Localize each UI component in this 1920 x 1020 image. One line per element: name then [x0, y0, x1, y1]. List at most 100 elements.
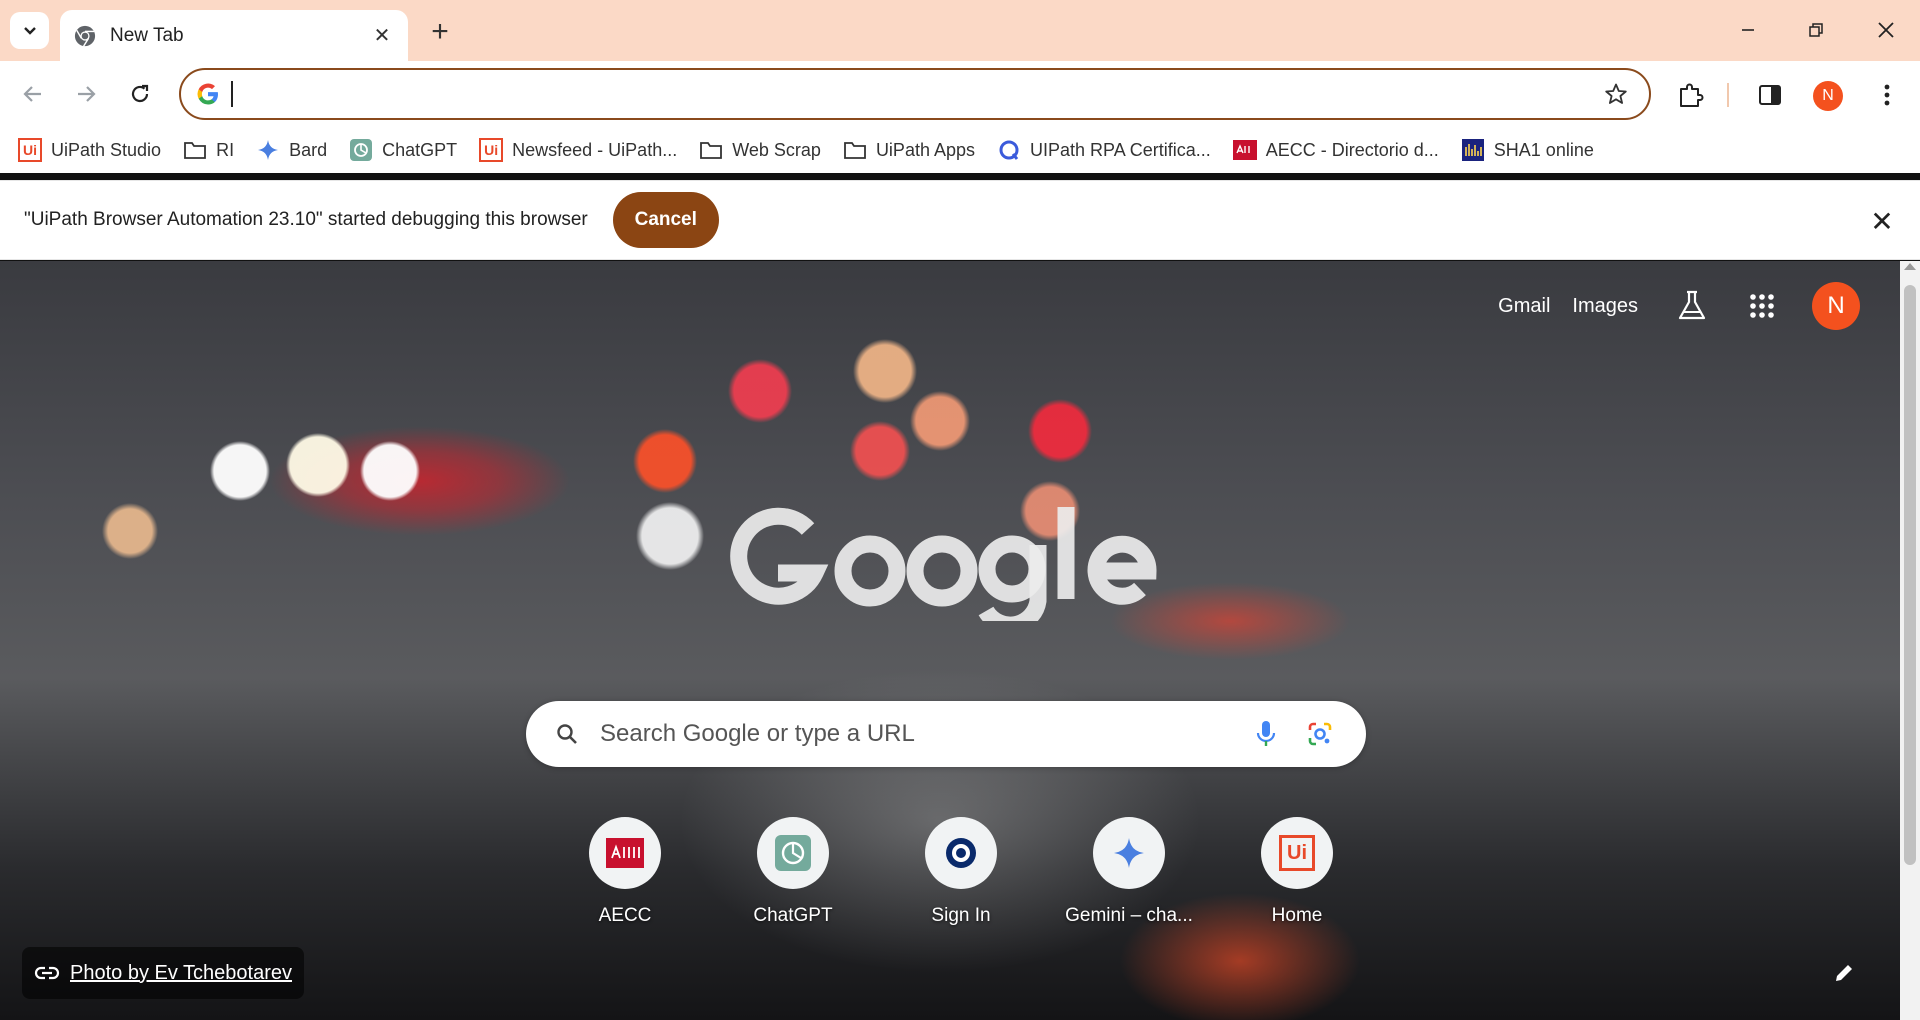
account-avatar[interactable]: N [1812, 282, 1860, 330]
back-button[interactable] [12, 73, 54, 115]
apps-grid-icon [1750, 294, 1774, 318]
forward-arrow-icon [78, 86, 96, 102]
shortcut-home[interactable]: Ui Home [1232, 817, 1362, 927]
bookmark-label: Newsfeed - UiPath... [512, 139, 678, 160]
shortcut-gemini[interactable]: Gemini – cha... [1064, 817, 1194, 927]
search-icon [552, 719, 582, 749]
bookmark-star-button[interactable] [1601, 79, 1631, 109]
scroll-up-arrow-icon[interactable] [1904, 263, 1916, 270]
chrome-icon [74, 25, 96, 46]
star-icon [1605, 83, 1627, 104]
infobar-message: "UiPath Browser Automation 23.10" starte… [24, 209, 588, 230]
bookmark-label: UIPath RPA Certifica... [1030, 139, 1211, 160]
shortcut-label: ChatGPT [753, 905, 833, 926]
shortcut-label: AECC [598, 905, 652, 926]
puzzle-icon [1680, 83, 1704, 107]
folder-icon [843, 138, 867, 162]
bookmark-label: RI [216, 139, 235, 160]
bookmark-label: UiPath Studio [51, 139, 162, 160]
photo-credit-link[interactable]: Photo by Ev Tchebotarev [70, 962, 292, 985]
aecc-icon [589, 817, 661, 889]
restore-button[interactable] [1788, 10, 1844, 50]
window-close-button[interactable] [1858, 10, 1914, 50]
lens-search-button[interactable] [1300, 714, 1340, 754]
google-logo [730, 507, 1157, 621]
google-lens-icon [1308, 722, 1332, 746]
tab-strip: New Tab ✕ + [0, 0, 1920, 61]
link-icon [34, 966, 60, 980]
bookmark-label: SHA1 online [1493, 139, 1594, 160]
cancel-button[interactable]: Cancel [612, 192, 719, 248]
shortcut-sign-in[interactable]: Sign In [896, 817, 1026, 927]
shortcut-label: Home [1271, 905, 1323, 926]
uipath-icon: Ui [1261, 817, 1333, 889]
shortcut-label: Sign In [931, 905, 991, 926]
bookmark-web-scrap[interactable]: Web Scrap [695, 132, 831, 168]
folder-icon [699, 138, 723, 162]
shortcut-label: Gemini – cha... [1065, 905, 1193, 926]
shortcut-chatgpt[interactable]: ChatGPT [728, 817, 858, 927]
toolbar: N [0, 61, 1920, 127]
infobar-close-icon[interactable]: ✕ [1868, 206, 1896, 237]
bookmark-ri[interactable]: RI [179, 132, 244, 168]
voice-search-button[interactable] [1246, 714, 1286, 754]
kebab-menu-icon [1884, 84, 1890, 106]
bookmark-label: Bard [289, 139, 328, 160]
debugging-infobar: "UiPath Browser Automation 23.10" starte… [0, 180, 1920, 260]
ntp-search-input[interactable] [600, 720, 1246, 748]
address-bar[interactable] [179, 68, 1651, 120]
chatgpt-icon [349, 138, 373, 162]
photo-credit[interactable]: Photo by Ev Tchebotarev [22, 947, 304, 999]
customize-button[interactable] [1826, 955, 1862, 991]
tab-close-icon[interactable]: ✕ [370, 24, 394, 48]
bookmark-newsfeed-uipath[interactable]: Ui Newsfeed - UiPath... [475, 132, 687, 168]
shortcut-aecc[interactable]: AECC [560, 817, 690, 927]
new-tab-page: Gmail Images N Search Google or type a U… [0, 261, 1900, 1020]
forward-button[interactable] [65, 73, 107, 115]
bookmark-aecc-directorio[interactable]: AECC - Directorio d... [1229, 132, 1449, 168]
bookmark-uipath-rpa-certification[interactable]: UIPath RPA Certifica... [993, 132, 1221, 168]
bookmark-bard[interactable]: Bard [252, 132, 337, 168]
bookmark-chatgpt[interactable]: ChatGPT [345, 132, 467, 168]
tab-search-button[interactable] [10, 12, 49, 49]
bookmark-label: ChatGPT [382, 139, 458, 160]
chatgpt-icon [757, 817, 829, 889]
flask-icon [1678, 290, 1706, 320]
menu-button[interactable] [1870, 78, 1904, 112]
sign-in-icon [925, 817, 997, 889]
profile-avatar-button[interactable]: N [1813, 81, 1843, 111]
address-input[interactable] [233, 82, 1601, 106]
pencil-icon [1836, 965, 1852, 981]
extensions-button[interactable] [1674, 78, 1708, 112]
uipath-icon: Ui [479, 138, 504, 162]
new-tab-button[interactable]: + [422, 14, 458, 50]
bookmark-sha1-online[interactable]: SHA1 online [1457, 132, 1604, 168]
images-link[interactable]: Images [1572, 295, 1638, 318]
labs-button[interactable] [1672, 286, 1712, 326]
microphone-icon [1256, 721, 1276, 746]
scroll-thumb[interactable] [1904, 285, 1916, 865]
tab-new-tab[interactable]: New Tab ✕ [60, 10, 408, 61]
sha1-icon [1461, 138, 1485, 162]
reload-icon [131, 84, 149, 103]
ntp-search-box[interactable] [526, 701, 1366, 767]
folder-icon [183, 138, 207, 162]
reload-button[interactable] [119, 73, 161, 115]
bookmark-label: Web Scrap [732, 139, 821, 160]
back-arrow-icon [23, 86, 41, 102]
side-panel-button[interactable] [1753, 78, 1787, 112]
close-icon [1878, 22, 1894, 38]
toolbar-divider [1727, 83, 1729, 107]
bookmark-uipath-apps[interactable]: UiPath Apps [839, 132, 985, 168]
certification-icon [997, 138, 1021, 162]
chevron-down-icon [23, 26, 36, 35]
gemini-icon [1093, 817, 1165, 889]
gmail-link[interactable]: Gmail [1498, 295, 1550, 318]
side-panel-icon [1759, 85, 1781, 105]
google-apps-button[interactable] [1742, 286, 1782, 326]
google-g-icon [197, 83, 218, 105]
page-scrollbar[interactable] [1900, 261, 1920, 1020]
minimize-button[interactable] [1720, 10, 1776, 50]
bookmark-uipath-studio[interactable]: Ui UiPath Studio [14, 132, 171, 168]
aecc-icon [1232, 138, 1257, 162]
